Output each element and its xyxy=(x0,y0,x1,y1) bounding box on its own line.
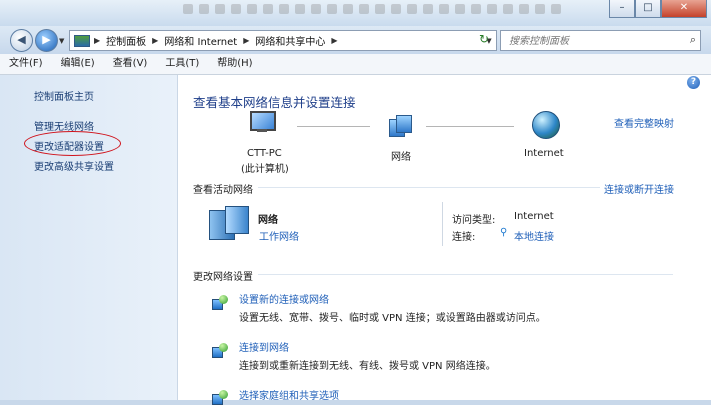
computer-sub-label: (此计算机) xyxy=(241,164,289,175)
search-icon[interactable]: ⌕ xyxy=(690,33,696,47)
setup-connection-desc: 设置无线、宽带、拨号、临时或 VPN 连接；或设置路由器或访问点。 xyxy=(239,313,546,324)
chevron-right-icon[interactable]: ▶ xyxy=(243,36,249,45)
connect-network-icon xyxy=(212,342,228,358)
computer-name: CTT-PC xyxy=(247,148,282,159)
vertical-divider xyxy=(442,202,443,246)
connection-line xyxy=(426,126,514,127)
close-button[interactable]: ✕ xyxy=(661,0,707,18)
view-full-map-link[interactable]: 查看完整映射 xyxy=(614,115,674,130)
local-connection-link[interactable]: 本地连接 xyxy=(514,228,554,243)
change-settings-title: 更改网络设置 xyxy=(193,272,253,283)
menu-tools[interactable]: 工具(T) xyxy=(156,54,208,74)
page-title: 查看基本网络信息并设置连接 xyxy=(193,95,356,110)
connect-disconnect-link[interactable]: 连接或断开连接 xyxy=(604,181,674,196)
menu-view[interactable]: 查看(V) xyxy=(104,54,157,74)
connections-label: 连接: xyxy=(452,232,476,243)
title-bar-background-strip xyxy=(180,0,610,20)
homegroup-icon xyxy=(212,389,228,405)
globe-icon[interactable] xyxy=(532,111,560,139)
address-bar[interactable]: ▶ 控制面板 ▶ 网络和 Internet ▶ 网络和共享中心 ▶ ▼ xyxy=(69,30,497,51)
connect-network-desc: 连接到或重新连接到无线、有线、拨号或 VPN 网络连接。 xyxy=(239,361,496,372)
folder-icon xyxy=(74,34,90,47)
maximize-button[interactable]: □ xyxy=(635,0,661,18)
menu-bar: 文件(F) 编辑(E) 查看(V) 工具(T) 帮助(H) xyxy=(0,54,711,75)
menu-edit[interactable]: 编辑(E) xyxy=(52,54,104,74)
section-divider xyxy=(258,274,673,275)
computer-icon xyxy=(247,111,276,133)
plug-icon: ⚲ xyxy=(500,227,508,238)
recent-pages-dropdown[interactable]: ▼ xyxy=(59,37,64,45)
access-type-label: 访问类型: xyxy=(452,215,496,226)
breadcrumb-network-sharing-center[interactable]: 网络和共享中心 xyxy=(255,33,325,48)
help-icon[interactable]: ? xyxy=(687,76,700,89)
window-title-bar[interactable]: – □ ✕ xyxy=(0,0,711,26)
sidebar-item-control-panel-home[interactable]: 控制面板主页 xyxy=(34,88,94,103)
sidebar-item-advanced-sharing[interactable]: 更改高级共享设置 xyxy=(34,158,114,173)
active-network-name: 网络 xyxy=(258,215,278,226)
forward-icon: ▶ xyxy=(42,33,51,46)
menu-help[interactable]: 帮助(H) xyxy=(208,54,261,74)
forward-button[interactable]: ▶ xyxy=(35,29,58,52)
network-icon[interactable] xyxy=(387,113,412,139)
chevron-right-icon[interactable]: ▶ xyxy=(331,36,337,45)
active-networks-title: 查看活动网络 xyxy=(193,185,253,196)
minimize-button[interactable]: – xyxy=(609,0,635,18)
access-type-value: Internet xyxy=(514,211,554,222)
navigation-bar: ◀ ▶ ▼ ▶ 控制面板 ▶ 网络和 Internet ▶ 网络和共享中心 ▶ … xyxy=(0,26,711,54)
back-icon: ◀ xyxy=(17,33,26,46)
breadcrumb-control-panel[interactable]: 控制面板 xyxy=(106,33,146,48)
back-button[interactable]: ◀ xyxy=(10,29,33,52)
network-location-type-link[interactable]: 工作网络 xyxy=(259,228,299,243)
search-input[interactable] xyxy=(507,32,681,50)
internet-label: Internet xyxy=(524,148,564,159)
search-box[interactable]: ⌕ xyxy=(500,30,701,51)
network-label: 网络 xyxy=(391,152,411,163)
connection-line xyxy=(297,126,370,127)
network-bench-icon xyxy=(209,206,249,240)
chevron-right-icon[interactable]: ▶ xyxy=(152,36,158,45)
refresh-icon[interactable]: ↻ xyxy=(476,32,492,47)
section-divider xyxy=(258,187,600,188)
setup-connection-link[interactable]: 设置新的连接或网络 xyxy=(239,291,329,306)
chevron-right-icon[interactable]: ▶ xyxy=(94,36,100,45)
menu-file[interactable]: 文件(F) xyxy=(0,54,52,74)
highlight-ellipse xyxy=(24,131,121,156)
breadcrumb-network-internet[interactable]: 网络和 Internet xyxy=(164,33,237,48)
connect-network-link[interactable]: 连接到网络 xyxy=(239,339,289,354)
setup-connection-icon xyxy=(212,294,228,310)
